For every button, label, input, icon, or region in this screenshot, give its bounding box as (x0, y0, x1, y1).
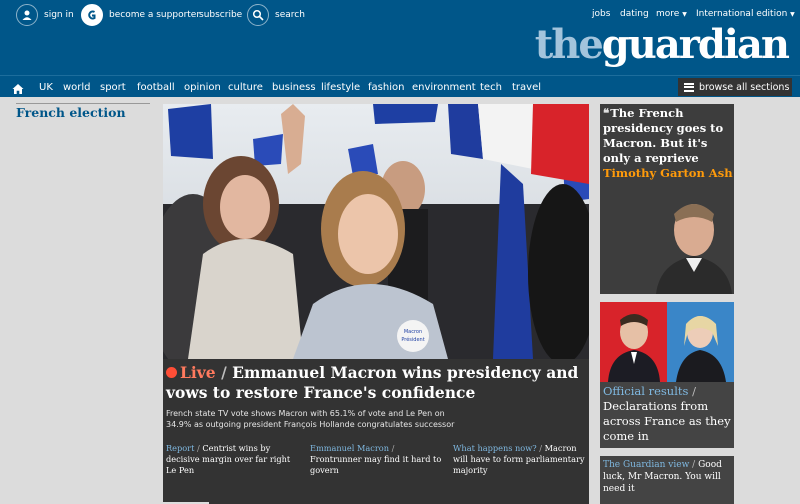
main-story-photo: Macron Président (163, 104, 589, 359)
main-nav: UK world sport football opinion culture … (0, 75, 800, 97)
results-kicker: Official results (603, 384, 689, 398)
sub-link-kicker: Emmanuel Macron (310, 443, 389, 453)
live-label: Live (180, 363, 216, 382)
nav-fashion[interactable]: fashion (368, 76, 404, 98)
nav-opinion[interactable]: opinion (184, 76, 221, 98)
guardian-g-icon (81, 4, 103, 26)
opinion-title: The French presidency goes to Macron. Bu… (603, 106, 724, 165)
caret-down-icon: ▼ (790, 11, 795, 18)
nav-travel[interactable]: travel (512, 76, 541, 98)
guardian-view-kicker: The Guardian view (603, 460, 690, 470)
results-title: Declarations from across France as they … (603, 399, 731, 443)
search-link[interactable]: search (247, 0, 305, 30)
guardian-view-card[interactable]: The Guardian view / Good luck, Mr Macron… (600, 456, 734, 504)
nav-sport[interactable]: sport (100, 76, 126, 98)
nav-culture[interactable]: culture (228, 76, 263, 98)
live-dot-icon (166, 367, 177, 378)
nav-tech[interactable]: tech (480, 76, 502, 98)
nav-environment[interactable]: environment (412, 76, 476, 98)
sub-link-separator: / (539, 443, 542, 453)
sign-in-link[interactable]: sign in (16, 0, 74, 30)
badge-line-2: Président (401, 336, 424, 343)
browse-label: browse all sections (699, 81, 790, 93)
more-menu[interactable]: more ▼ (656, 9, 687, 19)
more-label: more (656, 9, 680, 19)
opinion-byline: Timothy Garton Ash (603, 166, 733, 180)
results-photo (600, 302, 734, 382)
nav-business[interactable]: business (272, 76, 316, 98)
sign-in-label: sign in (44, 10, 74, 20)
subscribe-label: subscribe (199, 10, 243, 20)
section-title[interactable]: French election (16, 105, 126, 120)
opinion-headline: ❝The French presidency goes to Macron. B… (603, 106, 733, 181)
main-headline[interactable]: Live / Emmanuel Macron wins presidency a… (166, 363, 584, 403)
home-icon[interactable] (12, 80, 24, 99)
sub-link-report[interactable]: Report / Centrist wins by decisive margi… (166, 443, 302, 476)
opinion-card[interactable]: ❝The French presidency goes to Macron. B… (600, 104, 734, 294)
sub-link-macron[interactable]: Emmanuel Macron / Frontrunner may find i… (310, 443, 446, 476)
logo-guardian: guardian (601, 21, 790, 68)
become-supporter-label: become a supporter (109, 10, 201, 20)
subscribe-link[interactable]: subscribe (199, 0, 242, 30)
guardian-logo[interactable]: theguardian (534, 21, 790, 68)
hamburger-icon (684, 81, 694, 93)
search-icon (247, 4, 269, 26)
results-card[interactable]: Official results / Declarations from acr… (600, 302, 734, 448)
quote-icon: ❝ (603, 106, 610, 120)
sub-link-kicker: Report (166, 443, 195, 453)
become-supporter-link[interactable]: become a supporter (81, 0, 200, 30)
main-story-card[interactable]: Macron Président Live / Emmanuel Macron … (163, 104, 589, 504)
search-label: search (275, 10, 305, 20)
browse-all-sections-button[interactable]: browse all sections (678, 78, 792, 96)
caret-down-icon: ▼ (682, 11, 687, 18)
sub-link-separator: / (197, 443, 200, 453)
headline-text: Emmanuel Macron wins presidency and vows… (166, 363, 579, 402)
nav-world[interactable]: world (63, 76, 91, 98)
results-headline: Official results / Declarations from acr… (603, 384, 733, 444)
user-icon (16, 4, 38, 26)
nav-uk[interactable]: UK (39, 76, 53, 98)
badge-line-1: Macron (404, 329, 422, 335)
headline-separator: / (221, 363, 227, 382)
edition-label: International edition (696, 9, 788, 19)
edition-menu[interactable]: International edition ▼ (696, 9, 795, 19)
sub-link-separator: / (391, 443, 395, 453)
results-separator: / (692, 384, 696, 398)
nav-football[interactable]: football (137, 76, 175, 98)
sub-link-text: Frontrunner may find it hard to govern (310, 454, 442, 475)
masthead: sign in become a supporter subscribe sea… (0, 0, 800, 75)
sub-link-kicker: What happens now? (453, 443, 537, 453)
nav-lifestyle[interactable]: lifestyle (321, 76, 360, 98)
jobs-link[interactable]: jobs (592, 9, 610, 19)
sub-link-what-happens[interactable]: What happens now? / Macron will have to … (453, 443, 589, 476)
logo-the: the (534, 21, 604, 68)
section-divider (16, 103, 150, 104)
standfirst: French state TV vote shows Macron with 6… (166, 409, 455, 429)
guardian-view-separator: / (692, 460, 696, 470)
guardian-view-headline: The Guardian view / Good luck, Mr Macron… (603, 459, 733, 495)
dating-link[interactable]: dating (620, 9, 649, 19)
columnist-portrait (650, 192, 734, 294)
